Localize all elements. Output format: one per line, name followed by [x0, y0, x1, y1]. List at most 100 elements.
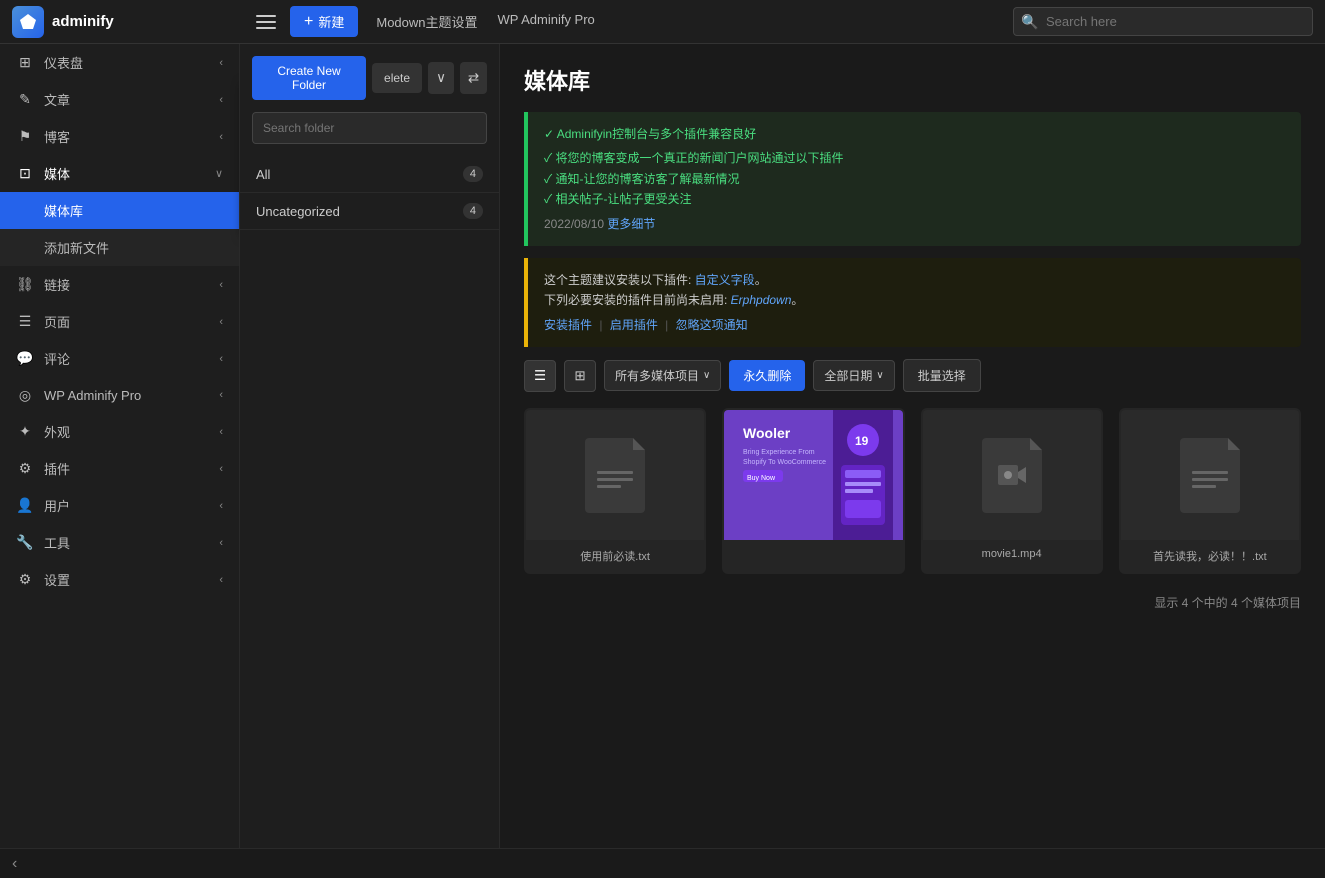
hamburger-line [256, 21, 276, 23]
sidebar-label: 页面 [44, 312, 209, 331]
notice-line: ✓ Adminifyin控制台与多个插件兼容良好 [544, 124, 1285, 144]
sidebar-item-dashboard[interactable]: ⊞ 仪表盘 ‹ [0, 44, 239, 81]
sidebar-label: WP Adminify Pro [44, 388, 209, 403]
folder-settings-button[interactable]: ⇄ [460, 62, 487, 94]
media-count: 显示 4 个中的 4 个媒体项目 [524, 594, 1301, 611]
media-title: 媒体库 [524, 64, 1301, 96]
pipe-separator: | [599, 318, 605, 332]
media-item[interactable]: 首先读我，必读！！.txt [1119, 408, 1301, 574]
notice-link-2[interactable]: ✓ 通知-让您的博客访客了解最新情况 [544, 172, 740, 186]
logo-text: adminify [52, 13, 114, 30]
settings-icon: ⚙ [16, 571, 34, 589]
pages-icon: ☰ [16, 313, 34, 331]
custom-field-link[interactable]: 自定义字段 [695, 273, 755, 287]
folder-search-input[interactable] [252, 112, 487, 144]
logo-icon [12, 6, 44, 38]
grid-view-button[interactable]: ⊞ [564, 360, 596, 392]
links-icon: ⛓ [16, 276, 34, 294]
install-plugin-link[interactable]: 安装插件 [544, 318, 592, 332]
media-item[interactable]: movie1.mp4 [921, 408, 1103, 574]
nav-link-modown[interactable]: Modown主题设置 [368, 8, 485, 35]
date-label: 全部日期 [824, 367, 872, 384]
chevron-icon: ‹ [219, 537, 223, 549]
folder-category-uncategorized[interactable]: Uncategorized 4 [240, 193, 499, 230]
date-filter[interactable]: 全部日期 ∨ [813, 360, 894, 391]
hamburger-menu[interactable] [252, 8, 280, 36]
sidebar-sub-label: 媒体库 [44, 201, 223, 220]
folder-category-all[interactable]: All 4 [240, 156, 499, 193]
video-file-icon [982, 438, 1042, 513]
sidebar-item-comments[interactable]: 💬 评论 ‹ [0, 340, 239, 377]
notice-text2: 下列必要安装的插件目前尚未启用: [544, 293, 731, 307]
svg-text:19: 19 [855, 434, 869, 448]
list-view-button[interactable]: ☰ [524, 360, 556, 392]
sidebar-item-articles[interactable]: ✎ 文章 ‹ [0, 81, 239, 118]
new-button-label: 新建 [318, 12, 344, 31]
sidebar-item-wp-adminify[interactable]: ◎ WP Adminify Pro ‹ [0, 377, 239, 413]
sidebar-item-media[interactable]: ⊡ 媒体 ∨ [0, 155, 239, 192]
folder-category-count: 4 [463, 166, 483, 182]
chevron-icon: ∨ [215, 167, 223, 180]
delete-button[interactable]: elete [372, 63, 422, 93]
notice-more-link[interactable]: 更多细节 [607, 217, 655, 231]
chevron-icon: ‹ [219, 426, 223, 438]
media-item-label: 使用前必读.txt [526, 540, 704, 572]
adminify-icon: ◎ [16, 386, 34, 404]
sidebar-item-blog[interactable]: ⚑ 博客 ‹ [0, 118, 239, 155]
doc-line [597, 478, 633, 481]
articles-icon: ✎ [16, 91, 34, 109]
sidebar-item-appearance[interactable]: ✦ 外观 ‹ [0, 413, 239, 450]
dropdown-button[interactable]: ∨ [428, 62, 454, 94]
pipe-separator: | [665, 318, 671, 332]
sidebar-item-settings[interactable]: ⚙ 设置 ‹ [0, 561, 239, 598]
create-folder-button[interactable]: Create New Folder [252, 56, 366, 100]
erphpdown-link[interactable]: Erphpdown [731, 293, 792, 307]
sidebar-label: 博客 [44, 127, 209, 146]
sidebar-item-users[interactable]: 👤 用户 ‹ [0, 487, 239, 524]
chevron-icon: ‹ [219, 57, 223, 69]
doc-line [1192, 485, 1216, 488]
folder-category-label: Uncategorized [256, 204, 340, 219]
sidebar-item-add-media[interactable]: 添加新文件 [0, 229, 239, 266]
sidebar-item-pages[interactable]: ☰ 页面 ‹ [0, 303, 239, 340]
sidebar-item-tools[interactable]: 🔧 工具 ‹ [0, 524, 239, 561]
topbar: adminify + 新建 Modown主题设置 WP Adminify Pro… [0, 0, 1325, 44]
notice-more: 2022/08/10 更多细节 [544, 214, 1285, 234]
bottom-bar: ‹ [0, 848, 1325, 878]
media-type-filter[interactable]: 所有多媒体项目 ∨ [604, 360, 721, 391]
doc-line [597, 485, 621, 488]
media-thumbnail [923, 410, 1101, 540]
sidebar-item-plugins[interactable]: ⚙ 插件 ‹ [0, 450, 239, 487]
chevron-icon: ‹ [219, 131, 223, 143]
chevron-icon: ‹ [219, 500, 223, 512]
media-item[interactable]: 使用前必读.txt [524, 408, 706, 574]
search-input[interactable] [1013, 7, 1313, 36]
sidebar-item-links[interactable]: ⛓ 链接 ‹ [0, 266, 239, 303]
svg-text:Wooler: Wooler [743, 425, 791, 441]
enable-plugin-link[interactable]: 启用插件 [610, 318, 658, 332]
notice-link-1[interactable]: ✓ 将您的博客变成一个真正的新闻门户网站通过以下插件 [544, 151, 844, 165]
appearance-icon: ✦ [16, 423, 34, 441]
notice-link-3[interactable]: ✓ 相关帖子-让帖子更受关注 [544, 192, 692, 206]
doc-line [1192, 478, 1228, 481]
bottom-arrow-icon[interactable]: ‹ [12, 855, 17, 873]
notice-text: 这个主题建议安装以下插件: [544, 273, 695, 287]
media-thumbnail [526, 410, 704, 540]
ignore-notice-link[interactable]: 忽略这项通知 [676, 318, 748, 332]
media-item[interactable]: Wooler Bring Experience From Shopify To … [722, 408, 904, 574]
sidebar-sub-label: 添加新文件 [44, 238, 223, 257]
sidebar-label: 工具 [44, 533, 209, 552]
svg-text:Shopify To WooCommerce: Shopify To WooCommerce [743, 459, 826, 466]
filter-label: 所有多媒体项目 [615, 367, 699, 384]
sidebar-label: 插件 [44, 459, 209, 478]
new-button[interactable]: + 新建 [290, 6, 358, 37]
folder-search [240, 112, 499, 156]
notice-period2: 。 [791, 293, 803, 307]
media-thumbnail: Wooler Bring Experience From Shopify To … [724, 410, 902, 540]
bulk-select-button[interactable]: 批量选择 [903, 359, 981, 392]
nav-link-adminify[interactable]: WP Adminify Pro [490, 8, 603, 35]
main-layout: ⊞ 仪表盘 ‹ ✎ 文章 ‹ 所有文章 写文章 分类 标签 ⚑ 博客 ‹ [0, 44, 1325, 848]
sidebar-item-media-library[interactable]: 媒体库 [0, 192, 239, 229]
folder-category-count: 4 [463, 203, 483, 219]
permanent-delete-button[interactable]: 永久删除 [729, 360, 805, 391]
